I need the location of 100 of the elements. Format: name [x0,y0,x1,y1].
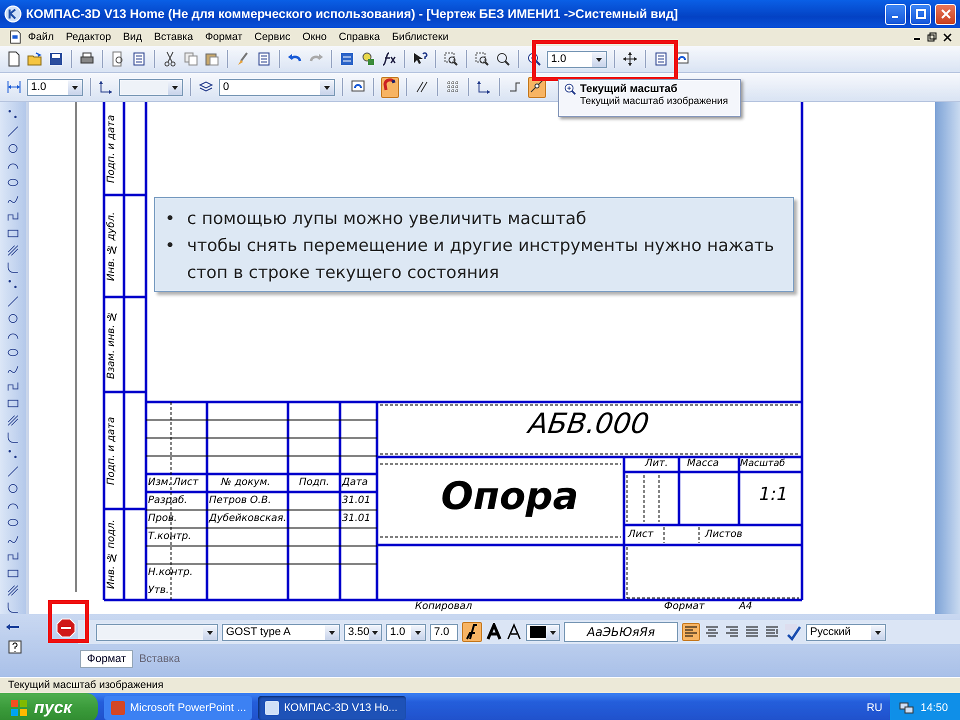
pin-arrow-icon[interactable] [6,622,20,632]
hatch-tool-icon[interactable] [6,414,20,427]
zoom-page-icon[interactable] [443,51,459,67]
panel-tab[interactable]: Формат [80,650,134,668]
italic-icon[interactable] [462,622,482,642]
new-document-icon[interactable] [6,51,22,67]
bold-icon[interactable] [486,623,502,641]
language-indicator[interactable]: RU [866,702,882,714]
move-arrows-icon[interactable] [622,51,638,67]
align-left-icon[interactable] [682,623,700,641]
narrowing-field[interactable]: 1.0 [386,624,426,640]
grid-icon[interactable] [445,79,461,95]
highlight-frame [48,600,89,643]
style-field[interactable] [96,624,218,640]
circle-tool-icon[interactable] [6,312,20,325]
open-folder-icon[interactable] [27,51,43,67]
font-field[interactable]: GOST type A [222,624,340,640]
format-value: А4 [739,600,752,614]
fillet-tool-icon[interactable] [6,261,20,274]
close-icon[interactable] [943,32,952,42]
fillet-tool-icon[interactable] [6,601,20,614]
hatch-tool-icon[interactable] [6,584,20,597]
menu-item[interactable]: Вставка [148,31,200,43]
maximize-button[interactable] [910,4,931,24]
taskbar-button[interactable]: Microsoft PowerPoint ... [104,696,252,720]
coordinate-axes-icon[interactable] [476,79,492,95]
maximize-icon[interactable] [916,9,926,19]
start-button[interactable]: пуск [0,693,98,720]
paste-icon[interactable] [204,51,220,67]
coordinate-axes-icon[interactable] [98,79,114,95]
rectangle-tool-icon[interactable] [6,397,20,410]
zoom-scale-field[interactable]: 1.0 [547,50,607,68]
ellipse-tool-icon[interactable] [6,516,20,529]
view-field[interactable] [119,78,183,96]
line-tool-icon[interactable] [6,125,20,138]
title-block-label: Листов [705,528,742,542]
status-bar-text: Текущий масштаб изображения [0,677,960,693]
circle-tool-icon[interactable] [6,482,20,495]
help-icon[interactable] [8,640,22,654]
language-field[interactable]: Русский [806,624,886,640]
function-curve-icon[interactable] [381,51,397,67]
rectangle-tool-icon[interactable] [6,567,20,580]
copy-icon[interactable] [183,51,199,67]
menu-item[interactable]: Справка [332,31,386,43]
restore-icon[interactable] [927,32,937,42]
zoom-in-icon[interactable] [526,51,542,67]
side-label: Подп. и дата [106,415,118,487]
column-header: № докум. [221,476,270,490]
stop-sign-icon[interactable] [56,618,76,638]
list-icon[interactable] [256,51,272,67]
row-label: Утв. [148,584,169,598]
help-pointer-icon[interactable] [412,51,428,67]
menu-item[interactable]: Окно [296,31,333,43]
panel-icon[interactable] [339,51,355,67]
line-tool-icon[interactable] [6,465,20,478]
list-icon[interactable] [131,51,147,67]
color-picker[interactable] [526,624,560,640]
spline-tool-icon[interactable] [6,193,20,206]
close-button[interactable] [935,4,956,24]
polyline-tool-icon[interactable] [6,210,20,223]
menu-item[interactable]: Файл [22,31,60,43]
magnifier-icon[interactable] [495,51,511,67]
column-header: Изм. [148,476,172,490]
fillet-tool-icon[interactable] [6,431,20,444]
menu-item[interactable]: Сервис [248,31,296,43]
step-field[interactable]: 1.0 [27,78,83,96]
network-icon[interactable] [898,700,914,716]
menu-item[interactable]: Редактор [60,31,118,43]
circle-tool-icon[interactable] [6,142,20,155]
title-block-label: Лист [628,528,654,542]
title-block-label: Масса [687,457,719,471]
parallel-lines-icon[interactable] [414,79,430,95]
menu-item[interactable]: Библистеки [386,31,454,43]
underline-icon[interactable] [506,623,522,641]
menu-item[interactable]: Вид [117,31,148,43]
minimize-button[interactable] [885,4,906,24]
list-icon[interactable] [653,51,669,67]
spline-tool-icon[interactable] [6,533,20,546]
side-label: Взам. инв. № [106,309,118,381]
note-bullet: чтобы снять перемещение и другие инструменты нужно нажать стоп в строке текущего состояния [187,235,776,285]
ellipse-tool-icon[interactable] [6,346,20,359]
ellipse-tool-icon[interactable] [6,176,20,189]
line-tool-icon[interactable] [6,295,20,308]
date-cell-text: 31.01 [342,494,371,508]
height-field[interactable]: 3.50 [344,624,382,640]
dimension-icon[interactable] [6,79,22,95]
side-label: Инв. № дубл. [106,210,118,283]
scissors-icon[interactable] [162,51,178,67]
spline-tool-icon[interactable] [6,363,20,376]
hatch-tool-icon[interactable] [6,244,20,257]
library-icon[interactable] [360,51,376,67]
step-field[interactable]: 7.0 [430,624,458,640]
spellcheck-icon[interactable] [784,623,802,641]
menu-item[interactable]: Формат [199,31,248,43]
taskbar-button[interactable]: КОМПАС-3D V13 Ho... [258,696,406,720]
layer-field[interactable]: 0 [219,78,335,96]
rectangle-tool-icon[interactable] [6,227,20,240]
zoom-page-icon[interactable] [474,51,490,67]
polyline-tool-icon[interactable] [6,550,20,563]
polyline-tool-icon[interactable] [6,380,20,393]
